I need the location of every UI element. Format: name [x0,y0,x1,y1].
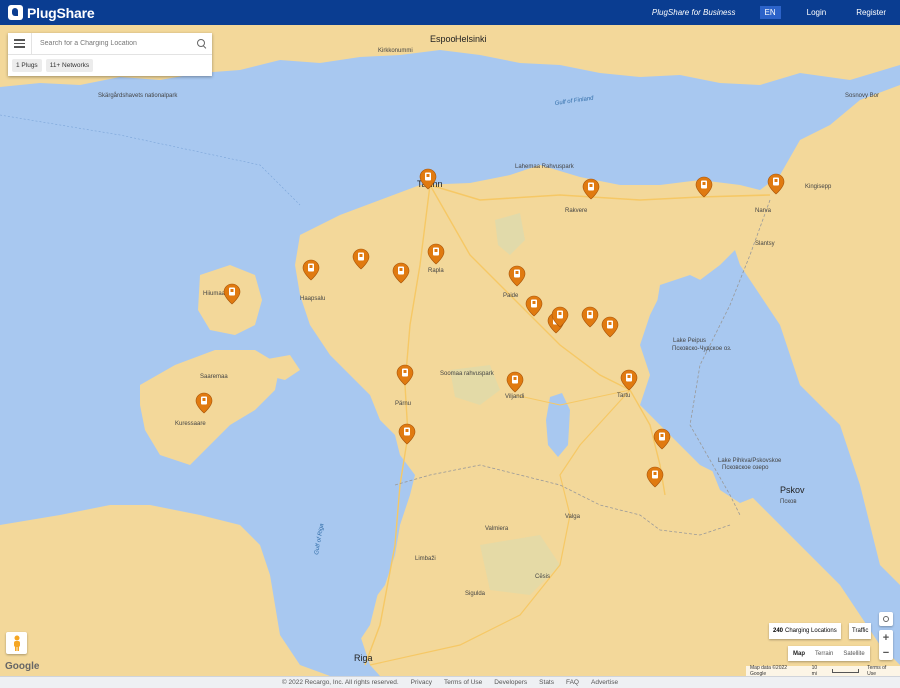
copyright-text: © 2022 Recargo, Inc. All rights reserved… [281,679,399,686]
register-link[interactable]: Register [856,8,886,17]
map-canvas[interactable]: Espoo Helsinki Kirkkonummi Skärgårdshave… [0,25,900,676]
brand-name: PlugShare [27,4,95,21]
charger-pin[interactable] [352,248,370,270]
charger-pin[interactable] [582,178,600,200]
charger-pin[interactable] [508,265,526,287]
charger-pin[interactable] [223,283,241,305]
locations-count-value: 240 [773,628,784,634]
charger-pin[interactable] [396,364,414,386]
street-view-pegman-icon[interactable] [6,632,27,654]
footer-link-terms[interactable]: Terms of Use [444,679,482,686]
map-type-terrain[interactable]: Terrain [810,646,838,661]
charger-pin[interactable] [581,306,599,328]
charger-pin[interactable] [392,262,410,284]
charger-pin[interactable] [653,428,671,450]
map-type-selector: Map Terrain Satellite [788,646,870,661]
footer-link-faq[interactable]: FAQ [566,679,579,686]
charger-pins-layer [195,168,785,488]
login-link[interactable]: Login [807,8,827,17]
search-icon[interactable] [192,33,212,55]
location-search-input[interactable] [32,40,192,47]
footer-link-privacy[interactable]: Privacy [411,679,432,686]
map-attribution-bar: Map data ©2022 Google 10 mi Terms of Use [746,665,900,677]
footer: © 2022 Recargo, Inc. All rights reserved… [0,676,900,688]
charger-pin[interactable] [195,392,213,414]
charger-pin[interactable] [601,316,619,338]
zoom-out-button[interactable]: − [879,645,893,660]
map-type-satellite[interactable]: Satellite [838,646,869,661]
my-location-icon[interactable] [879,612,893,626]
charger-pin[interactable] [398,423,416,445]
charger-pin[interactable] [767,173,785,195]
map-type-map[interactable]: Map [788,646,810,661]
zoom-controls: + − [879,630,893,660]
zoom-in-button[interactable]: + [879,630,893,645]
footer-link-advertise[interactable]: Advertise [591,679,618,686]
charging-locations-count: 240 Charging Locations [769,623,841,639]
networks-filter-chip[interactable]: 11+ Networks [45,58,94,72]
charger-pin[interactable] [302,259,320,281]
charger-pin[interactable] [427,243,445,265]
charger-pin[interactable] [419,168,437,190]
scale-bar [831,669,860,673]
language-button[interactable]: EN [759,6,781,19]
footer-link-developers[interactable]: Developers [494,679,527,686]
google-logo: Google [5,661,40,672]
plug-logo-icon [8,5,23,20]
charger-pin[interactable] [506,371,524,393]
charger-pin[interactable] [620,369,638,391]
footer-link-stats[interactable]: Stats [539,679,554,686]
hamburger-menu-icon[interactable] [8,32,32,55]
charger-pin[interactable] [525,295,543,317]
charger-pin[interactable] [695,176,713,198]
plugs-filter-chip[interactable]: 1 Plugs [12,58,42,72]
business-link[interactable]: PlugShare for Business [652,8,736,17]
traffic-toggle-button[interactable]: Traffic [849,623,872,639]
locations-count-label: Charging Locations [785,628,837,634]
search-panel: 1 Plugs 11+ Networks [8,32,212,76]
plugshare-logo[interactable]: PlugShare [8,4,95,21]
top-navigation-bar: PlugShare PlugShare for Business EN Logi… [0,0,900,25]
charger-pin[interactable] [646,466,664,488]
